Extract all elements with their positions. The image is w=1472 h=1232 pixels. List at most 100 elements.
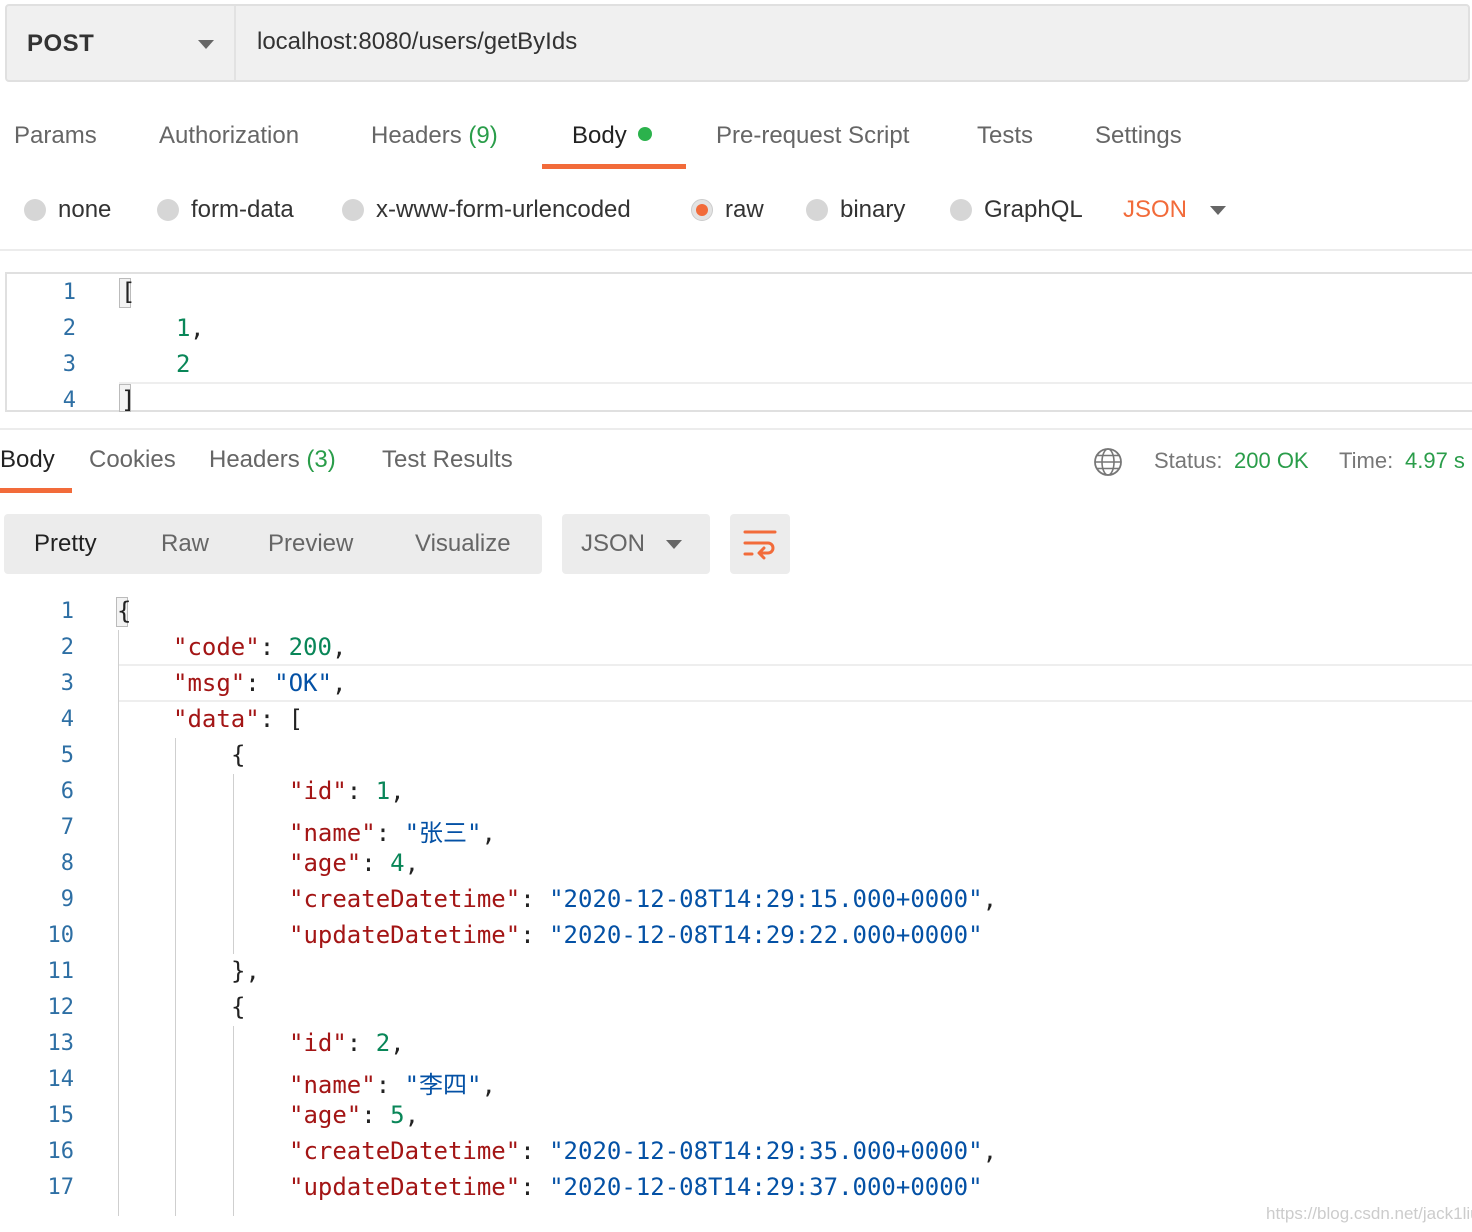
json-pair: "age": 4, — [289, 849, 420, 877]
chevron-down-icon[interactable] — [1210, 206, 1226, 215]
line-number: 5 — [60, 743, 74, 768]
active-tab-indicator — [542, 164, 686, 169]
line-number: 8 — [60, 851, 74, 876]
headers-count: (9) — [468, 122, 498, 149]
radio-circle — [342, 199, 364, 221]
resp-tab-test-results[interactable]: Test Results — [382, 446, 513, 474]
json-number: 4 — [390, 849, 405, 877]
tab-settings[interactable]: Settings — [1095, 122, 1182, 150]
status-value[interactable]: 200 OK — [1234, 448, 1309, 474]
active-line-highlight — [119, 664, 1472, 666]
method-select[interactable]: POST — [7, 6, 236, 80]
json-key: "data" — [173, 705, 260, 733]
view-visualize-button[interactable]: Visualize — [415, 530, 511, 558]
chevron-down-icon — [198, 40, 214, 49]
status-label: Status: — [1154, 448, 1223, 473]
json-number: 200 — [288, 633, 332, 661]
json-string: "2020-12-08T14:29:15.000+0000" — [549, 885, 983, 913]
body-language-select[interactable]: JSON — [1123, 196, 1187, 224]
indent-guide — [233, 774, 234, 954]
line-number: 3 — [62, 352, 76, 377]
line-number: 2 — [62, 316, 76, 341]
tab-body[interactable]: Body — [572, 122, 652, 150]
json-key: "updateDatetime" — [289, 1173, 521, 1201]
json-key: "createDatetime" — [289, 1137, 521, 1165]
active-line-highlight — [119, 382, 1472, 384]
json-pair: "data": [ — [173, 705, 304, 733]
json-pair: "updateDatetime": "2020-12-08T14:29:37.0… — [289, 1173, 983, 1201]
globe-icon[interactable] — [1093, 447, 1123, 477]
divider — [0, 428, 1472, 430]
line-number: 2 — [60, 635, 74, 660]
tab-authorization[interactable]: Authorization — [159, 122, 299, 150]
json-key: "updateDatetime" — [289, 921, 521, 949]
resp-tab-body[interactable]: Body — [0, 446, 55, 474]
line-number: 3 — [60, 671, 74, 696]
tab-headers[interactable]: Headers (9) — [371, 122, 498, 150]
status-dot-icon — [637, 127, 652, 141]
wrap-lines-icon — [743, 530, 777, 560]
resp-tab-headers[interactable]: Headers (3) — [209, 446, 336, 474]
json-pair: "age": 5, — [289, 1101, 420, 1129]
radio-graphql-label: GraphQL — [984, 196, 1083, 223]
line-number: 10 — [47, 923, 75, 948]
json-key: "createDatetime" — [289, 885, 521, 913]
time-value[interactable]: 4.97 s — [1405, 448, 1465, 474]
time-label: Time: — [1339, 448, 1394, 473]
radio-graphql[interactable]: GraphQL — [950, 196, 1083, 224]
json-key: "id" — [289, 777, 347, 805]
json-pair: "id": 2, — [289, 1029, 405, 1057]
json-pair: "name": "张三", — [289, 819, 496, 847]
line-number: 17 — [47, 1175, 75, 1200]
code-number: 2 — [176, 350, 191, 378]
request-body-editor[interactable] — [5, 272, 1472, 412]
line-number: 12 — [47, 995, 75, 1020]
indent-guide — [175, 738, 176, 1216]
code-brace: { — [117, 597, 132, 625]
json-pair: "updateDatetime": "2020-12-08T14:29:22.0… — [289, 921, 983, 949]
view-preview-button[interactable]: Preview — [268, 530, 353, 558]
view-mode-group: Pretty Raw Preview Visualize — [4, 514, 542, 574]
code-brace: }, — [231, 957, 260, 985]
watermark: https://blog.csdn.net/jack1liu — [1266, 1204, 1472, 1223]
radio-binary[interactable]: binary — [806, 196, 905, 224]
view-pretty-button[interactable]: Pretty — [34, 530, 97, 558]
json-string: "2020-12-08T14:29:35.000+0000" — [549, 1137, 983, 1165]
json-pair: "id": 1, — [289, 777, 405, 805]
tab-tests[interactable]: Tests — [977, 122, 1033, 150]
active-tab-indicator — [0, 488, 72, 493]
json-pair: "msg": "OK", — [173, 669, 347, 697]
radio-none[interactable]: none — [24, 196, 111, 224]
tab-pre-request-script[interactable]: Pre-request Script — [716, 122, 909, 150]
tab-headers-label: Headers — [371, 122, 462, 149]
line-number: 1 — [60, 599, 74, 624]
resp-tab-cookies[interactable]: Cookies — [89, 446, 176, 474]
json-key: "msg" — [173, 669, 246, 697]
chevron-down-icon — [666, 540, 682, 549]
radio-urlencoded[interactable]: x-www-form-urlencoded — [342, 196, 631, 224]
line-number: 7 — [60, 815, 74, 840]
radio-circle-checked — [691, 199, 713, 221]
radio-form-data[interactable]: form-data — [157, 196, 294, 224]
tab-params[interactable]: Params — [14, 122, 97, 150]
code-brace: { — [231, 993, 246, 1021]
radio-circle — [950, 199, 972, 221]
json-key: "name" — [289, 1071, 376, 1099]
radio-urlencoded-label: x-www-form-urlencoded — [376, 196, 631, 223]
json-number: 5 — [390, 1101, 405, 1129]
radio-raw-label: raw — [725, 196, 764, 223]
line-number: 15 — [47, 1103, 75, 1128]
code-bracket-close: ] — [121, 386, 136, 414]
response-format-select[interactable]: JSON — [562, 514, 710, 574]
json-pair: "createDatetime": "2020-12-08T14:29:35.0… — [289, 1137, 998, 1165]
radio-circle — [157, 199, 179, 221]
method-label: POST — [27, 30, 95, 57]
radio-circle — [806, 199, 828, 221]
radio-raw[interactable]: raw — [691, 196, 764, 224]
json-key: "code" — [173, 633, 260, 661]
wrap-lines-button[interactable] — [730, 514, 790, 574]
json-string: "OK" — [274, 669, 332, 697]
json-string: "2020-12-08T14:29:37.000+0000" — [549, 1173, 983, 1201]
url-input[interactable]: localhost:8080/users/getByIds — [257, 28, 577, 56]
view-raw-button[interactable]: Raw — [161, 530, 209, 558]
